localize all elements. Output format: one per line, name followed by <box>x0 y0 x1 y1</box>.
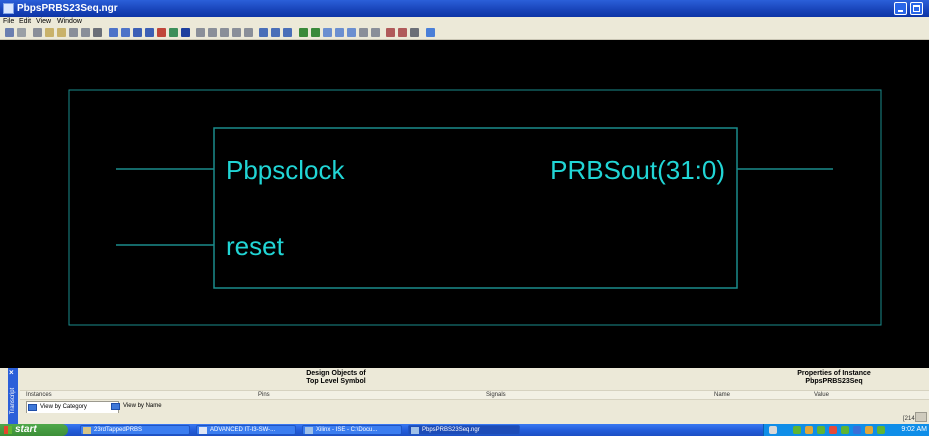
windows-flag-icon <box>4 426 12 434</box>
zoom-in-icon[interactable] <box>109 28 118 37</box>
taskbar-item-document[interactable]: ADVANCED IT-I3-SW-... <box>196 425 296 435</box>
menu-window[interactable]: Window <box>57 17 82 27</box>
column-name[interactable]: Name <box>708 390 774 400</box>
add-icon[interactable] <box>299 28 308 37</box>
menu-edit[interactable]: Edit <box>19 17 31 27</box>
list-icon[interactable] <box>283 28 292 37</box>
help-icon[interactable] <box>769 426 777 434</box>
properties-title: Properties of Instance PbpsPRBS23Seq <box>744 370 924 386</box>
system-tray: 9:02 AM <box>763 424 929 436</box>
expand-icon[interactable] <box>323 28 332 37</box>
transcript-label: Transcript <box>10 387 16 415</box>
update-icon[interactable] <box>841 426 849 434</box>
power-icon[interactable] <box>865 426 873 434</box>
transcript-tab[interactable]: × Transcript <box>8 368 18 424</box>
network-icon[interactable] <box>793 426 801 434</box>
push-into-icon[interactable] <box>196 28 205 37</box>
design-objects-title-line2: Top Level Symbol <box>306 378 366 385</box>
collapse-icon[interactable] <box>335 28 344 37</box>
pin-label-pbpsclock[interactable]: Pbpsclock <box>226 155 345 185</box>
design-objects-title-line1: Design Objects of <box>306 370 366 377</box>
view-icon[interactable] <box>259 28 268 37</box>
taskbar-item-label: Xilinx - ISE - C:\Docu... <box>316 427 378 433</box>
folder-icon <box>83 427 91 434</box>
zoom-fit-icon[interactable] <box>145 28 154 37</box>
ise-icon <box>305 427 313 434</box>
pop-up-icon[interactable] <box>208 28 217 37</box>
maximize-button[interactable] <box>910 2 923 15</box>
zoom-full-icon[interactable] <box>133 28 142 37</box>
clock[interactable]: 9:02 AM <box>901 424 927 436</box>
properties-title-line2: PbpsPRBS23Seq <box>805 378 863 385</box>
add-all-icon[interactable] <box>311 28 320 37</box>
column-pins[interactable]: Pins <box>240 390 483 400</box>
schematic-viewer-icon <box>411 427 419 434</box>
menu-view[interactable]: View <box>36 17 51 27</box>
pin-label-prbsout[interactable]: PRBSout(31:0) <box>550 155 725 185</box>
window-title: PbpsPRBS23Seq.ngr <box>17 3 118 14</box>
start-label: start <box>15 424 37 435</box>
column-signals[interactable]: Signals <box>468 390 714 400</box>
mark-icon[interactable] <box>386 28 395 37</box>
schematic-icon[interactable] <box>271 28 280 37</box>
show-pins-icon[interactable] <box>359 28 368 37</box>
taskbar: start 23rdTappedPRBS ADVANCED IT-I3-SW-.… <box>0 424 929 436</box>
menu-bar: File Edit View Window <box>0 17 929 27</box>
schematic-drawing: Pbpsclock reset PRBSout(31:0) <box>68 89 882 326</box>
sheet-border <box>68 89 882 326</box>
save-icon[interactable] <box>5 28 14 37</box>
volume-icon[interactable] <box>805 426 813 434</box>
show-nets-icon[interactable] <box>371 28 380 37</box>
find-icon[interactable] <box>93 28 102 37</box>
back-icon[interactable] <box>220 28 229 37</box>
taskbar-item-label: ADVANCED IT-I3-SW-... <box>210 427 276 433</box>
app-icon <box>3 3 14 14</box>
menu-file[interactable]: File <box>3 17 14 27</box>
undo-icon[interactable] <box>69 28 78 37</box>
scroll-thumb[interactable] <box>915 412 927 422</box>
bluetooth-icon[interactable] <box>853 426 861 434</box>
top-level-symbol[interactable] <box>213 127 738 289</box>
antivirus-icon[interactable] <box>829 426 837 434</box>
start-button[interactable]: start <box>0 424 68 436</box>
title-bar: PbpsPRBS23Seq.ngr <box>0 0 929 17</box>
column-value[interactable]: Value <box>774 390 929 400</box>
zoom-out-icon[interactable] <box>121 28 130 37</box>
toolbar <box>0 27 929 40</box>
paste-icon[interactable] <box>57 28 66 37</box>
unmark-icon[interactable] <box>398 28 407 37</box>
hierarchy-icon[interactable] <box>244 28 253 37</box>
pin-label-reset[interactable]: reset <box>226 231 285 261</box>
document-icon <box>199 427 207 434</box>
history-icon[interactable] <box>410 28 419 37</box>
refresh-icon[interactable] <box>169 28 178 37</box>
schematic-canvas[interactable]: Pbpsclock reset PRBSout(31:0) <box>0 40 929 368</box>
bottom-panel: Design Objects of Top Level Symbol Prope… <box>0 368 929 424</box>
print-icon[interactable] <box>17 28 26 37</box>
close-icon[interactable]: × <box>9 368 14 377</box>
redo-icon[interactable] <box>81 28 90 37</box>
select-arrow-icon[interactable] <box>181 28 190 37</box>
taskbar-item-ise[interactable]: Xilinx - ISE - C:\Docu... <box>302 425 402 435</box>
properties-title-line1: Properties of Instance <box>797 370 871 377</box>
copy-icon[interactable] <box>45 28 54 37</box>
minimize-button[interactable] <box>894 2 907 15</box>
cut-icon[interactable] <box>33 28 42 37</box>
forward-icon[interactable] <box>232 28 241 37</box>
window-icon[interactable] <box>426 28 435 37</box>
coordinate-readout: [214 <box>903 416 915 422</box>
tab-view-by-name[interactable]: View by Name <box>110 401 193 412</box>
taskbar-item-folder[interactable]: 23rdTappedPRBS <box>80 425 190 435</box>
security-icon[interactable] <box>817 426 825 434</box>
trace-icon[interactable] <box>347 28 356 37</box>
design-objects-title: Design Objects of Top Level Symbol <box>236 370 436 386</box>
tab-view-by-category[interactable]: View by Category <box>26 401 119 413</box>
wifi-icon[interactable] <box>877 426 885 434</box>
taskbar-item-ngr[interactable]: PbpsPRBS23Seq.ngr <box>408 425 520 435</box>
taskbar-item-label: PbpsPRBS23Seq.ngr <box>422 427 480 433</box>
taskbar-item-label: 23rdTappedPRBS <box>94 427 143 433</box>
column-instances[interactable]: Instances <box>20 390 241 400</box>
zoom-area-icon[interactable] <box>157 28 166 37</box>
